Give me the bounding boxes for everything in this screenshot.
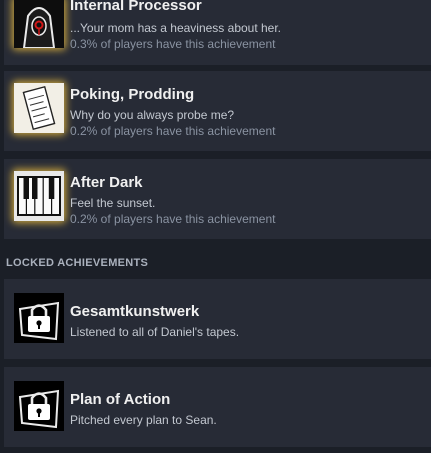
- achievement-description: ...Your mom has a heaviness about her.: [70, 21, 282, 35]
- note-paper-icon: [14, 83, 64, 133]
- achievement-row-after-dark[interactable]: After Dark Feel the sunset. 0.2% of play…: [4, 159, 431, 239]
- achievement-title: Poking, Prodding: [70, 86, 195, 103]
- achievement-description: Pitched every plan to Sean.: [70, 413, 217, 427]
- achievement-description: Listened to all of Daniel's tapes.: [70, 325, 240, 339]
- achievement-title: Gesamtkunstwerk: [70, 303, 200, 320]
- achievement-percent: 0.3% of players have this achievement: [70, 37, 276, 51]
- achievement-row-poking-prodding[interactable]: Poking, Prodding Why do you always probe…: [4, 71, 431, 151]
- locked-achievements-header: LOCKED ACHIEVEMENTS: [6, 257, 149, 269]
- achievement-title: Plan of Action: [70, 391, 171, 408]
- padlock-icon: [14, 293, 64, 343]
- achievement-row-gesamtkunstwerk[interactable]: Gesamtkunstwerk Listened to all of Danie…: [4, 279, 431, 359]
- achievement-percent: 0.2% of players have this achievement: [70, 212, 276, 226]
- achievement-description: Why do you always probe me?: [70, 108, 235, 122]
- achievement-row-internal-processor[interactable]: Internal Processor ...Your mom has a hea…: [4, 0, 431, 65]
- achievement-title: Internal Processor: [70, 0, 202, 14]
- achievement-description: Feel the sunset.: [70, 196, 156, 210]
- achievement-percent: 0.2% of players have this achievement: [70, 124, 276, 138]
- hooded-figure-icon: [14, 0, 64, 49]
- achievement-title: After Dark: [70, 174, 143, 191]
- piano-keys-icon: [14, 171, 64, 221]
- achievement-row-plan-of-action[interactable]: Plan of Action Pitched every plan to Sea…: [4, 367, 431, 447]
- padlock-icon: [14, 381, 64, 431]
